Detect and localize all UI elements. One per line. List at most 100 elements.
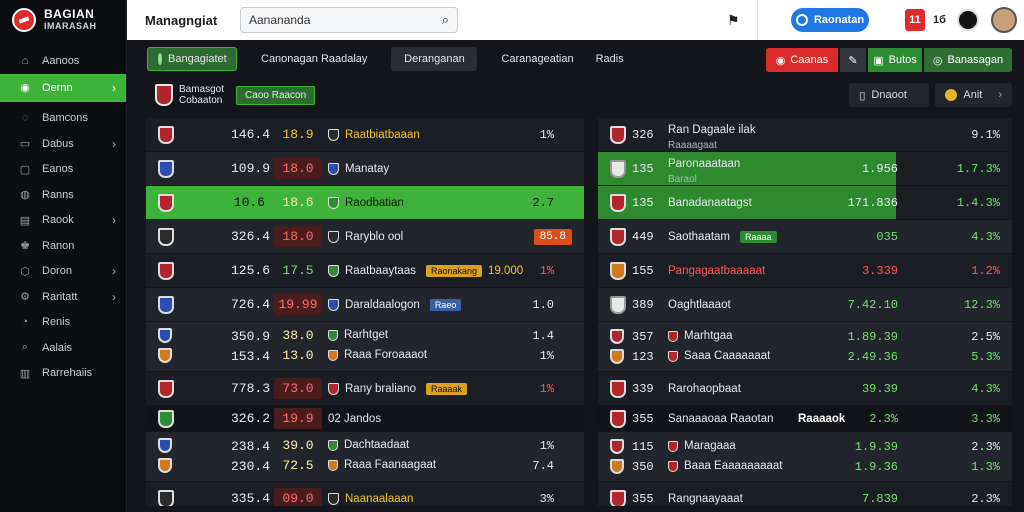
odds-value[interactable]: 72.5: [274, 456, 322, 475]
match-row[interactable]: 155 Pangagaatbaaaaat 3.339 1.2%: [598, 254, 1012, 288]
match-row[interactable]: 326 Ran Dagaale ilak Raaaagaat 9.1%: [598, 118, 1012, 152]
sidebar-item-8[interactable]: ⬡ Doron ›: [0, 259, 126, 285]
match-row[interactable]: 135 Banadanaatagst 171.836 1.4.3%: [598, 186, 1012, 220]
team-name[interactable]: Raatbiatbaaan: [345, 129, 420, 141]
odds-value[interactable]: 19.99: [274, 294, 322, 315]
match-row-double[interactable]: 115 Maragaaa 1.9.39 2.3% 350 Baaa Eaaaaaaaaat…: [598, 432, 1012, 482]
odds-value[interactable]: 1.956: [838, 162, 898, 176]
green-button[interactable]: ▣ Butos: [868, 48, 922, 72]
team-name[interactable]: Saothaatam: [668, 231, 730, 243]
odds-value[interactable]: 1.9.36: [838, 460, 898, 474]
team-name[interactable]: Rangnaayaaat: [668, 493, 743, 505]
match-row-double[interactable]: 350.9 38.0 Rarhtget 1.4 153.4 13.0 Raaa Foroaa…: [146, 322, 584, 372]
league-badge[interactable]: Caoo Raacon: [236, 85, 316, 105]
pin-button[interactable]: ✎: [840, 48, 866, 72]
search-box[interactable]: ⌕: [240, 7, 458, 33]
tab-2[interactable]: Deranganan: [391, 47, 478, 71]
odds-value[interactable]: 18.9: [274, 124, 322, 145]
team-name[interactable]: Raryblo ool: [345, 231, 403, 243]
team-name[interactable]: Daraldaalogon: [345, 299, 420, 311]
match-row-double[interactable]: 357 Marhtgaa 1.89.39 2.5% 123 Saaa Caaaaaaat 2…: [598, 322, 1012, 372]
team-name[interactable]: Paronaaataan: [668, 158, 740, 170]
odds-value[interactable]: 7.42.10: [838, 298, 898, 312]
odds-value[interactable]: 18.0: [274, 158, 322, 179]
match-row[interactable]: 389 Oaghtlaaaot 7.42.10 12.3%: [598, 288, 1012, 322]
odds-value[interactable]: 2.3%: [838, 412, 898, 426]
team-name[interactable]: Raaa Faanaagaat: [344, 459, 436, 471]
team-name[interactable]: Rarhtget: [344, 329, 388, 341]
avatar[interactable]: [991, 7, 1017, 33]
match-row-double[interactable]: 238.4 39.0 Dachtaadaat 1% 230.4 72.5 Raaa Faan…: [146, 432, 584, 482]
sidebar-item-0[interactable]: ⌂ Aanoos: [0, 48, 126, 74]
team-name[interactable]: Rany braliano: [345, 383, 416, 395]
match-row[interactable]: 125.6 17.5 Raatbaaytaas Raonakang 19.000 1%: [146, 254, 584, 288]
team-name[interactable]: Dachtaadaat: [344, 439, 409, 451]
green-wide-button[interactable]: ◎ Banasagan: [924, 48, 1012, 72]
match-row[interactable]: 326.4 18.0 Raryblo ool 85.8: [146, 220, 584, 254]
odds-value[interactable]: 13.0: [274, 346, 322, 365]
match-row[interactable]: 778.3 73.0 Rany braliano Raaaak 1%: [146, 372, 584, 406]
ball-icon[interactable]: [957, 9, 979, 31]
match-row[interactable]: 10.6 18.6 Raodbatian 2.7: [146, 186, 584, 220]
team-name[interactable]: 02 Jandos: [328, 413, 381, 425]
team-name[interactable]: Sanaaaoaa Raaotan: [668, 413, 774, 425]
team-badge[interactable]: 11: [905, 9, 925, 31]
odds-value[interactable]: 38.0: [274, 326, 322, 345]
sidebar-item-3[interactable]: ▭ Dabus ›: [0, 131, 126, 157]
odds-value[interactable]: 18.6: [274, 192, 322, 213]
match-row[interactable]: 449 Saothaatam Raaaa 035 4.3%: [598, 220, 1012, 254]
tab-4[interactable]: Radis: [586, 47, 634, 71]
sidebar-item-1[interactable]: ◉ Oernn ›: [0, 73, 126, 102]
search-input[interactable]: [249, 13, 442, 27]
sidebar-item-11[interactable]: ⌕ Aalais: [0, 335, 126, 361]
match-row[interactable]: 326.2 19.9 02 Jandos: [146, 406, 584, 432]
tab-1[interactable]: Canonagan Raadalay: [251, 47, 377, 71]
match-row[interactable]: 355 Rangnaayaaat 7.839 2.3%: [598, 482, 1012, 506]
search-icon[interactable]: ⌕: [442, 12, 449, 28]
notification-flag-icon[interactable]: ⚑: [727, 12, 740, 29]
team-name[interactable]: Raatbaaytaas: [345, 265, 416, 277]
score-pill[interactable]: 85.8: [533, 228, 572, 245]
match-row[interactable]: 355 Sanaaaoaa Raaotan 2.3% 3.3% Raaaaok: [598, 406, 1012, 432]
sidebar-item-7[interactable]: ♚ Ranon: [0, 233, 126, 259]
team-name[interactable]: Ran Dagaale ilak: [668, 124, 756, 136]
sidebar-item-6[interactable]: ▤ Raook ›: [0, 208, 126, 234]
sidebar-item-2[interactable]: ◌ Bamcons: [0, 106, 126, 132]
team-name[interactable]: Raodbatian: [345, 197, 404, 209]
export-chip[interactable]: ▯ Dnaoot: [849, 83, 930, 107]
team-name[interactable]: Maragaaa: [684, 440, 736, 452]
odds-value[interactable]: 18.0: [274, 226, 322, 247]
sidebar-item-5[interactable]: ◍ Ranns: [0, 182, 126, 208]
tab-0[interactable]: Bangagiatet: [147, 47, 237, 71]
sidebar-item-12[interactable]: ▥ Rarrehaiis: [0, 361, 126, 387]
odds-value[interactable]: 2.49.36: [838, 350, 898, 364]
odds-value[interactable]: 1.9.39: [838, 440, 898, 454]
odds-value[interactable]: 73.0: [274, 378, 322, 399]
team-name[interactable]: Naanaalaaan: [345, 493, 413, 505]
team-name[interactable]: Pangagaatbaaaaat: [668, 265, 765, 277]
sidebar-item-9[interactable]: ⚙ Raritatt ›: [0, 284, 126, 310]
odds-value[interactable]: 39.0: [274, 436, 322, 455]
match-row[interactable]: 135 Paronaaataan Baraol 1.956 1.7.3%: [598, 152, 1012, 186]
team-name[interactable]: Marhtgaa: [684, 330, 733, 342]
sidebar-item-10[interactable]: ◔ Renis: [0, 310, 126, 336]
odds-value[interactable]: 7.839: [838, 492, 898, 506]
match-row[interactable]: 726.4 19.99 Daraldaalogon Raeo 1.0: [146, 288, 584, 322]
sidebar-item-4[interactable]: ▢ Eanos: [0, 157, 126, 183]
odds-value[interactable]: 39.39: [838, 382, 898, 396]
team-name[interactable]: Raaa Foroaaaot: [344, 349, 427, 361]
team-name[interactable]: Rarohaopbaat: [668, 383, 741, 395]
odds-value[interactable]: 09.0: [274, 488, 322, 506]
primary-cta-button[interactable]: Raonatan: [791, 8, 869, 32]
match-row[interactable]: 109.9 18.0 Manatay: [146, 152, 584, 186]
team-name[interactable]: Saaa Caaaaaaat: [684, 350, 770, 362]
team-name[interactable]: Oaghtlaaaot: [668, 299, 731, 311]
tab-3[interactable]: Caranageatian: [491, 47, 583, 71]
odds-value[interactable]: 035: [838, 230, 898, 244]
team-name[interactable]: Manatay: [345, 163, 389, 175]
match-row[interactable]: 335.4 09.0 Naanaalaaan 3%: [146, 482, 584, 506]
odds-value[interactable]: 1.89.39: [838, 330, 898, 344]
team-name[interactable]: Banadanaatagst: [668, 197, 752, 209]
odds-value[interactable]: 19.9: [274, 408, 322, 429]
team-name[interactable]: Baaa Eaaaaaaaaat: [684, 460, 782, 472]
